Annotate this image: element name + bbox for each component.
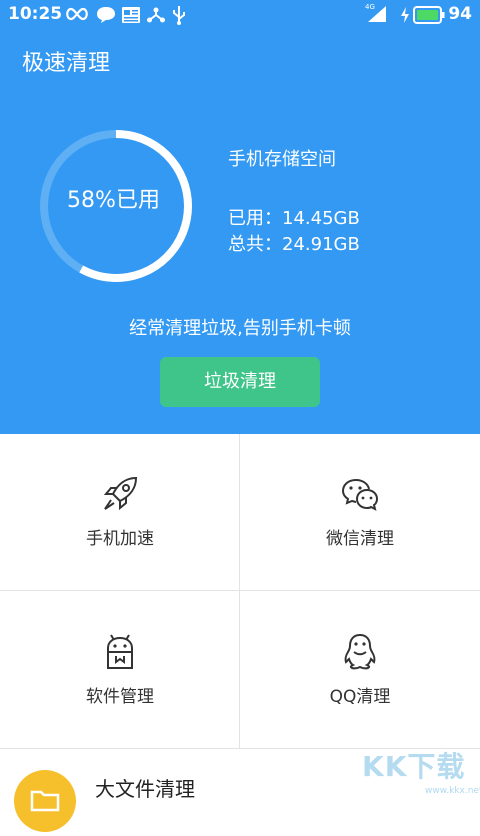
news-icon bbox=[121, 6, 141, 29]
network-label: 4G bbox=[365, 3, 375, 11]
android-icon bbox=[107, 634, 133, 669]
junk-clean-button[interactable]: 垃圾清理 bbox=[160, 357, 320, 407]
status-bar: 10:25 4G 94 bbox=[0, 0, 480, 30]
watermark-logo: KK下载 bbox=[362, 750, 466, 783]
large-file-clean-label: 大文件清理 bbox=[95, 777, 195, 801]
tile-wechat-clean[interactable]: 微信清理 bbox=[240, 434, 480, 592]
grid-divider-vertical bbox=[239, 434, 240, 750]
battery-percent: 94 bbox=[448, 4, 472, 24]
grid-divider-horizontal bbox=[0, 590, 480, 591]
folder-icon bbox=[14, 770, 76, 832]
used-value: 14.45GB bbox=[282, 208, 360, 229]
charging-icon bbox=[400, 6, 410, 29]
penguin-icon bbox=[344, 633, 376, 670]
tile-phone-boost[interactable]: 手机加速 bbox=[0, 434, 240, 592]
total-value: 24.91GB bbox=[282, 234, 360, 255]
total-label: 总共： bbox=[228, 234, 282, 255]
total-row: 总共：24.91GB bbox=[228, 230, 360, 256]
tile-label: QQ清理 bbox=[329, 687, 391, 707]
battery-icon bbox=[413, 6, 445, 29]
watermark-url: www.kkx.net bbox=[425, 786, 480, 796]
feature-grid: 手机加速 微信清理 软件管理 QQ清理 bbox=[0, 434, 480, 750]
tile-qq-clean[interactable]: QQ清理 bbox=[240, 592, 480, 750]
tile-label: 软件管理 bbox=[86, 687, 154, 707]
tagline: 经常清理垃圾,告别手机卡顿 bbox=[129, 318, 351, 339]
rocket-icon bbox=[103, 476, 138, 511]
used-row: 已用：14.45GB bbox=[228, 204, 360, 230]
wechat-icon bbox=[341, 479, 379, 511]
status-time: 10:25 bbox=[8, 4, 63, 24]
usage-percent-text: 58%已用 bbox=[67, 188, 160, 213]
share-icon bbox=[146, 6, 166, 29]
tile-label: 微信清理 bbox=[326, 529, 394, 549]
infinity-icon bbox=[64, 6, 90, 27]
tile-label: 手机加速 bbox=[86, 529, 154, 549]
page-title: 极速清理 bbox=[22, 51, 111, 76]
used-label: 已用： bbox=[228, 208, 282, 229]
usb-icon bbox=[172, 5, 186, 30]
storage-title: 手机存储空间 bbox=[228, 149, 336, 170]
tile-app-manager[interactable]: 软件管理 bbox=[0, 592, 240, 750]
chat-icon bbox=[96, 6, 116, 29]
